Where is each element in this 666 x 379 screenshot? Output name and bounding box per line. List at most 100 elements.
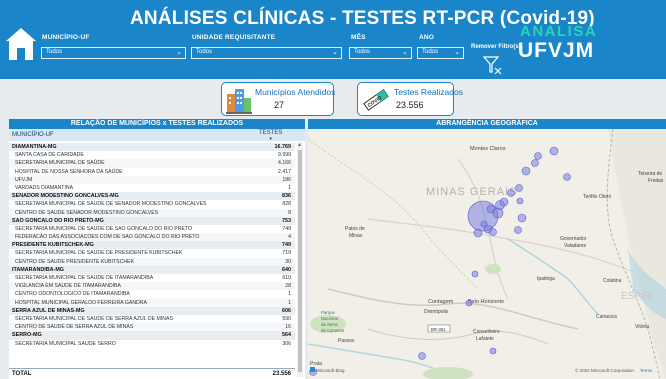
row-name: SECRETARIA MUNICIPAL DE SAUDE DE SAO GON… (15, 225, 193, 232)
table-group-row[interactable]: SERRA AZUL DE MINAS-MG 606 (9, 306, 295, 315)
table-row[interactable]: CENTRO DE SAUDE SENADOR MODESTINO GONCAL… (9, 208, 295, 217)
page-title: ANÁLISES CLÍNICAS - TESTES RT-PCR (Covid… (130, 8, 595, 29)
mes-select[interactable]: Todos ⌄ (349, 47, 412, 59)
table-scrollbar[interactable]: ▲ (297, 142, 303, 377)
row-value: 9.999 (278, 152, 291, 159)
row-name: CENTRO DE SAUDE DE SERRA AZUL DE MINAS (15, 324, 134, 331)
table-rows: DIAMANTINA-MG 16.769 SANTA CASA DE CARIDAD… (9, 143, 295, 348)
row-name: SENADOR MODESTINO GONCALVES-MG (12, 193, 119, 200)
table-title: RELAÇÃO DE MUNICÍPIOS x TESTES REALIZADO… (9, 119, 305, 129)
municipio-select-value: Todos (46, 49, 63, 55)
table-row[interactable]: SECRETARIA MUNICIPAL DE SAÚDE 4.166 (9, 159, 295, 168)
bubble-marker[interactable] (514, 226, 522, 234)
card-testes-value: 23.556 (396, 100, 424, 110)
row-value: 640 (282, 266, 291, 273)
table-row[interactable]: SECRETARIA MUNICIPAL DE SAUDE DE SAO GON… (9, 225, 295, 233)
table-row[interactable]: SECRETARIA MUNICIPAL DE SAUDE DE SENADOR… (9, 200, 295, 208)
table-row[interactable]: SANTA CASA DE CARIDADE 9.999 (9, 151, 295, 159)
remove-filter-icon[interactable] (482, 54, 504, 76)
table-row[interactable]: CENTRO DE SAUDE DE SERRA AZUL DE MINAS 16 (9, 323, 295, 332)
bubble-marker[interactable] (489, 228, 497, 236)
scroll-up-icon[interactable]: ▲ (297, 142, 302, 148)
table-group-row[interactable]: SAO GONCALO DO RIO PRETO-MG 753 (9, 216, 295, 225)
table-row[interactable]: CENTRO DE SAUDE PRESIDENTE KUBITSCHEK 30 (9, 257, 295, 266)
bubble-marker[interactable] (516, 197, 524, 205)
row-name: CENTRO DE SAUDE PRESIDENTE KUBITSCHEK (15, 258, 135, 265)
bubble-marker[interactable] (517, 213, 527, 223)
table-row[interactable]: SECRETARIA MUNICIPAL DE SAUDE DE PRESIDE… (9, 249, 295, 257)
row-value: 1 (288, 299, 291, 306)
label-divinopolis: Divinópolis (424, 309, 449, 315)
total-row: TOTAL 23.556 (9, 368, 295, 378)
label-lafaiete: Lafaiete (476, 336, 494, 342)
table-row[interactable]: SECRETARIA MUNICIPAL SAUDE SERRO 306 (9, 340, 295, 348)
table-row[interactable]: VIGILANCIA EM SAUDE DE ITAMARANDIBA 28 (9, 282, 295, 291)
row-name: SANTA CASA DE CARIDADE (15, 152, 84, 159)
bubble-marker[interactable] (418, 352, 426, 360)
bubble-marker[interactable] (480, 220, 488, 228)
row-value: 4 (288, 234, 291, 241)
chevron-down-icon: ⌄ (402, 49, 408, 56)
row-value: 186 (282, 176, 291, 183)
bubble-marker[interactable] (549, 146, 559, 156)
municipio-select[interactable]: Todos ⌄ (41, 47, 186, 59)
scrollbar-thumb[interactable] (298, 150, 302, 372)
column-header-testes[interactable]: TESTES ▾ (259, 130, 282, 142)
label-da-serra: da Serra (321, 322, 338, 327)
home-icon[interactable] (4, 26, 38, 62)
bubble-marker[interactable] (515, 184, 523, 192)
table-header: MUNICÍPIO-UF TESTES ▾ (9, 129, 305, 142)
row-value: 828 (282, 201, 291, 208)
ano-select[interactable]: Todos ⌄ (417, 47, 464, 59)
bubble-marker[interactable] (563, 173, 571, 181)
card-municipios-value: 27 (274, 100, 285, 110)
bubble-marker[interactable] (473, 228, 483, 238)
row-value: 4.166 (278, 160, 291, 167)
row-name: SECRETARIA MUNICIPAL DE SAUDE DE ITAMARA… (15, 275, 154, 281)
bubble-marker[interactable] (465, 299, 473, 307)
table-row[interactable]: UFVJM 186 (9, 175, 295, 184)
label-passos: Passos (338, 338, 355, 344)
column-header-municipio[interactable]: MUNICÍPIO-UF (12, 132, 54, 138)
map-panel[interactable]: BR-381 Montes Claros MINAS GERAIS Teófil… (308, 129, 666, 379)
bubble-marker[interactable] (521, 166, 531, 176)
row-name: SECRETARIA MUNICIPAL DE SAUDE DE SENADOR… (15, 201, 207, 208)
table-row[interactable]: SECRETARIA MUNICIPAL DE SAUDE DE SERRA A… (9, 315, 295, 323)
row-name: ITAMARANDIBA-MG (12, 266, 64, 273)
table-row[interactable]: HOSPITAL DE NOSSA SENHORA DA SAÚDE 2.417 (9, 168, 295, 176)
map-terms-link[interactable]: Terms (640, 368, 653, 373)
table-row[interactable]: VARDADS DIAMANTINA 1 (9, 184, 295, 192)
bubble-marker[interactable] (534, 152, 542, 160)
row-value: 719 (282, 250, 291, 257)
bubble-marker[interactable] (507, 189, 515, 197)
table-row[interactable]: SECRETARIA MUNICIPAL DE SAUDE DE ITAMARA… (9, 274, 295, 282)
bubble-marker[interactable] (489, 347, 497, 355)
brand-ufvjm: UFVJM (518, 39, 595, 62)
label-governador: Governador (560, 236, 587, 242)
label-vitoria: Vitória (635, 324, 649, 330)
table-group-row[interactable]: DIAMANTINA-MG 16.769 (9, 143, 295, 152)
label-ipatinga: Ipatinga (537, 276, 555, 282)
row-value: 749 (282, 242, 291, 249)
row-value: 836 (282, 193, 291, 200)
table-group-row[interactable]: SERRO-MG 564 (9, 331, 295, 340)
table-group-row[interactable]: ITAMARANDIBA-MG 640 (9, 265, 295, 274)
mes-select-value: Todos (354, 49, 371, 55)
row-value: 30 (285, 258, 291, 265)
bubble-marker[interactable] (499, 197, 509, 207)
bubble-marker[interactable] (531, 159, 539, 167)
label-belo-horizonte: Belo Horizonte (468, 299, 504, 305)
brand-analisa: ANALISA (520, 23, 598, 40)
row-value: 16.769 (274, 144, 292, 150)
table-row[interactable]: CENTRO ODONTOLOGICO DE ITAMARANDIBA 1 (9, 290, 295, 298)
ano-select-value: Todos (422, 49, 439, 55)
bubble-marker[interactable] (471, 270, 479, 278)
table-group-row[interactable]: SENADOR MODESTINO GONCALVES-MG 836 (9, 192, 295, 201)
table-row[interactable]: HOSPITAL MUNICIPAL GERALDO FERREIRA GAND… (9, 298, 295, 307)
table-group-row[interactable]: PRESIDENTE KUBITSCHEK-MG 749 (9, 241, 295, 250)
header-bar: ANÁLISES CLÍNICAS - TESTES RT-PCR (Covid… (0, 0, 666, 79)
table-row[interactable]: FEDERACAO DAS ASSOCIACOES COM DE SAO GON… (9, 233, 295, 242)
filter-label-mes: MÊS (351, 34, 366, 41)
row-name: HOSPITAL MUNICIPAL GERALDO FERREIRA GAND… (15, 299, 148, 306)
unidade-select[interactable]: Todos ⌄ (191, 47, 342, 59)
